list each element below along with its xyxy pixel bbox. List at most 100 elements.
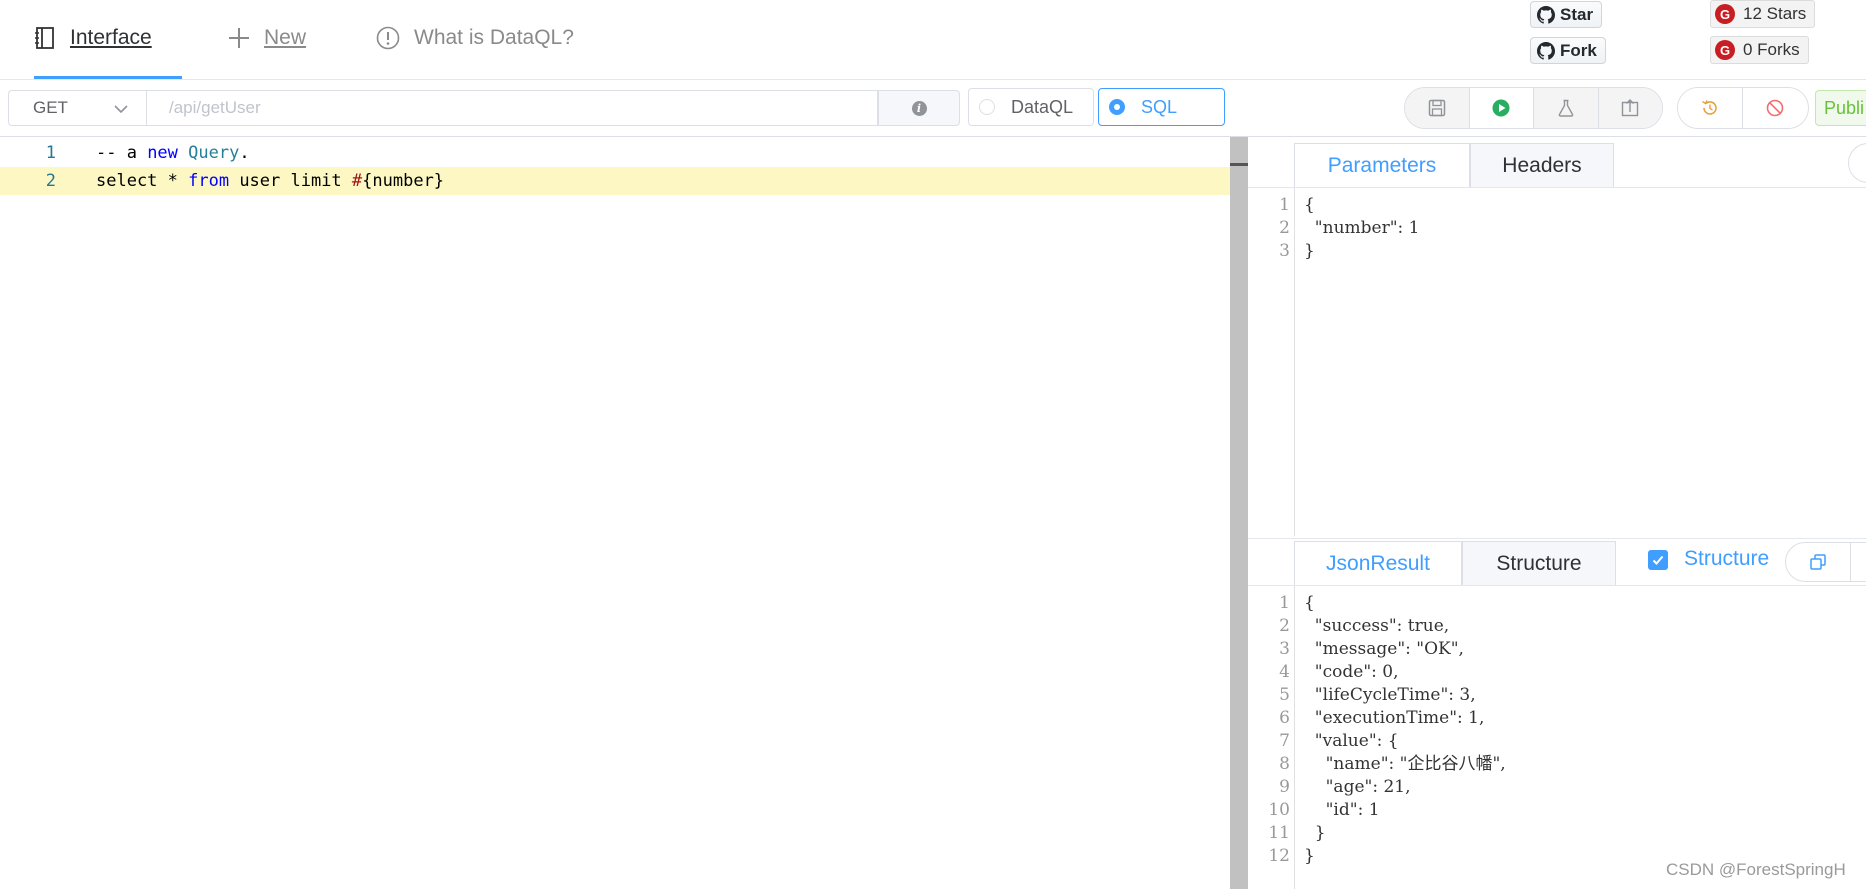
- history-button[interactable]: [1678, 88, 1743, 128]
- play-circle-icon: [1492, 99, 1510, 117]
- line-number: 7: [1279, 731, 1290, 751]
- gitee-forks-button[interactable]: G 0 Forks: [1710, 36, 1809, 64]
- mode-dataql-radio[interactable]: DataQL: [968, 88, 1094, 126]
- result-tabs: JsonResult Structure: [1294, 541, 1616, 585]
- disable-button[interactable]: [1743, 88, 1807, 128]
- line-number: 6: [1279, 708, 1290, 728]
- scroll-indicator: [1230, 163, 1248, 166]
- radio-dot: [1109, 99, 1125, 115]
- tab-parameters[interactable]: Parameters: [1294, 143, 1470, 187]
- json-line-text: "age": 21,: [1304, 777, 1411, 797]
- method-select[interactable]: GET: [8, 90, 146, 126]
- tab-parameters-label: Parameters: [1327, 153, 1437, 177]
- method-value: GET: [33, 98, 68, 117]
- github-icon: [1537, 41, 1555, 60]
- api-path-placeholder: /api/getUser: [169, 98, 261, 117]
- sql-editor[interactable]: 1 -- a new Query. 2 select * from user l…: [0, 137, 1230, 889]
- mode-dataql-label: DataQL: [1011, 96, 1074, 117]
- flask-icon: [1558, 99, 1574, 117]
- upload-icon: [1622, 99, 1639, 117]
- ban-icon: [1766, 99, 1784, 117]
- github-fork-label: Fork: [1560, 40, 1597, 60]
- json-line-text: "value": {: [1304, 731, 1399, 751]
- params-gutter-divider: [1294, 188, 1295, 536]
- github-star-button[interactable]: Star: [1530, 1, 1603, 28]
- json-line-text: }: [1304, 846, 1315, 866]
- result-tool-group: [1785, 542, 1866, 582]
- tab-new-label: New: [264, 26, 307, 49]
- tab-json-result[interactable]: JsonResult: [1294, 541, 1462, 585]
- tab-interface[interactable]: Interface: [34, 0, 182, 79]
- params-tabs: Parameters Headers: [1294, 143, 1614, 187]
- line-number: 12: [1268, 846, 1290, 866]
- gitee-logo-icon: G: [1715, 4, 1735, 24]
- gitee-forks-label: 0 Forks: [1743, 40, 1800, 59]
- editor-line-text: -- a new Query.: [96, 143, 250, 163]
- gitee-stars-button[interactable]: G 12 Stars: [1710, 0, 1816, 28]
- tab-headers[interactable]: Headers: [1470, 143, 1614, 187]
- export-button[interactable]: [1598, 88, 1662, 128]
- request-toolbar: GET /api/getUser i DataQL SQL Publi: [0, 80, 1866, 137]
- panel-splitter[interactable]: [1248, 538, 1866, 539]
- tab-structure-label: Structure: [1496, 551, 1582, 575]
- line-number: 10: [1268, 800, 1290, 820]
- json-line-text: "name": "企比谷八幡",: [1304, 754, 1506, 774]
- json-line-text: }: [1304, 241, 1315, 261]
- mode-sql-radio[interactable]: SQL: [1098, 88, 1225, 126]
- line-number: 8: [1279, 754, 1290, 774]
- top-nav: Interface New What is DataQL? Star Fork …: [0, 0, 1866, 80]
- tab-headers-label: Headers: [1502, 153, 1582, 177]
- json-line-text: "code": 0,: [1304, 662, 1399, 682]
- mode-sql-label: SQL: [1141, 96, 1178, 117]
- json-line-text: "number": 1: [1304, 218, 1420, 238]
- publish-label: Publi: [1824, 97, 1865, 118]
- json-line-text: "lifeCycleTime": 3,: [1304, 685, 1476, 705]
- history-button-group: [1677, 87, 1809, 129]
- editor-scrollbar[interactable]: [1230, 137, 1248, 889]
- run-button[interactable]: [1469, 88, 1534, 128]
- test-button[interactable]: [1534, 88, 1599, 128]
- structure-checkbox[interactable]: [1648, 550, 1668, 570]
- publish-button[interactable]: Publi: [1815, 90, 1866, 126]
- structure-checkbox-label[interactable]: Structure: [1684, 547, 1769, 571]
- tab-json-result-label: JsonResult: [1326, 551, 1430, 575]
- copy-icon: [1810, 554, 1826, 570]
- editor-line: 1 -- a new Query.: [0, 139, 1230, 167]
- result-tab-divider: [1248, 585, 1866, 586]
- api-path-input[interactable]: /api/getUser: [146, 90, 878, 126]
- tab-what-is-dataql-label: What is DataQL?: [414, 26, 574, 49]
- info-circle-icon: [376, 26, 400, 50]
- tab-structure[interactable]: Structure: [1462, 541, 1616, 585]
- tab-interface-label: Interface: [70, 26, 152, 49]
- action-button-group: [1404, 87, 1663, 129]
- line-number: 2: [1279, 218, 1290, 238]
- github-fork-button[interactable]: Fork: [1530, 37, 1606, 64]
- gitee-logo-icon: G: [1715, 40, 1735, 60]
- save-button[interactable]: [1405, 88, 1470, 128]
- params-tool-button[interactable]: [1848, 143, 1866, 183]
- json-line-text: "message": "OK",: [1304, 639, 1464, 659]
- copy-button[interactable]: [1786, 543, 1851, 581]
- line-number: 9: [1279, 777, 1290, 797]
- json-line-text: }: [1304, 823, 1326, 843]
- line-number: 2: [1279, 616, 1290, 636]
- json-line-text: {: [1304, 195, 1315, 215]
- notebook-icon: [35, 27, 54, 49]
- chevron-down-icon: [114, 105, 128, 114]
- editor-line-text: select * from user limit #{number}: [96, 171, 445, 191]
- line-number: 2: [45, 171, 56, 191]
- editor-line-code: -- a new Query.: [96, 139, 250, 167]
- tab-what-is-dataql[interactable]: What is DataQL?: [376, 0, 574, 76]
- result-gutter-divider: [1294, 586, 1295, 889]
- json-line-text: "executionTime": 1,: [1304, 708, 1485, 728]
- plus-icon: [229, 28, 249, 48]
- json-line-text: "id": 1: [1304, 800, 1380, 820]
- gitee-stars-label: 12 Stars: [1743, 4, 1807, 23]
- line-number: 1: [1279, 593, 1290, 613]
- line-number: 3: [1279, 241, 1290, 261]
- tab-new[interactable]: New: [228, 0, 306, 76]
- line-number: 11: [1268, 823, 1290, 843]
- history-icon: [1702, 100, 1717, 115]
- api-info-button[interactable]: i: [878, 90, 960, 126]
- editor-line-current: 2 select * from user limit #{number}: [0, 167, 1230, 195]
